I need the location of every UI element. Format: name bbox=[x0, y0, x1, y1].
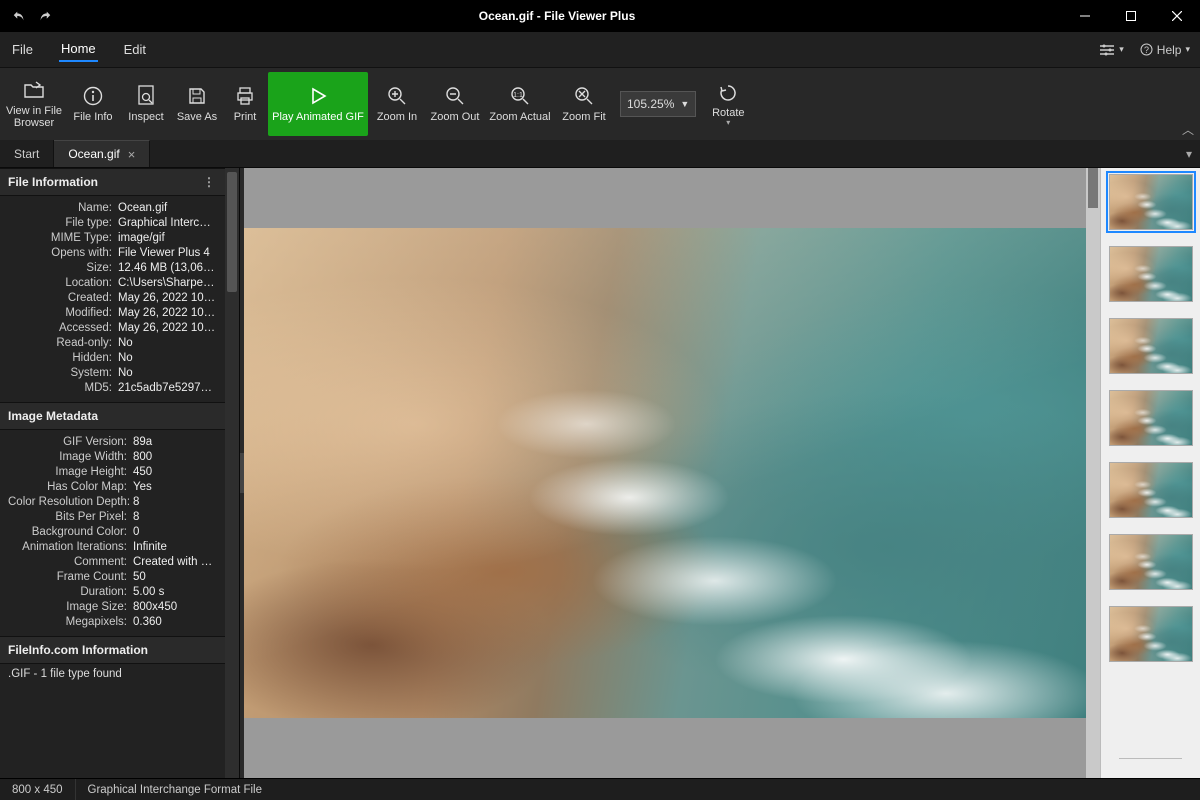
image-canvas[interactable] bbox=[244, 168, 1100, 778]
zoom-fit-icon bbox=[574, 85, 594, 107]
document-tabs: Start Ocean.gif × ▾ bbox=[0, 140, 1200, 168]
maximize-button[interactable] bbox=[1108, 0, 1154, 32]
image-preview bbox=[244, 228, 1100, 718]
status-dimensions: 800 x 450 bbox=[0, 779, 76, 800]
titlebar: Ocean.gif - File Viewer Plus bbox=[0, 0, 1200, 32]
play-icon bbox=[309, 85, 327, 107]
inspect-icon bbox=[137, 85, 155, 107]
zoom-fit-button[interactable]: Zoom Fit bbox=[556, 72, 612, 136]
tab-start[interactable]: Start bbox=[0, 140, 54, 167]
zoom-level-dropdown[interactable]: 105.25% ▼ bbox=[620, 91, 696, 117]
zoom-actual-button[interactable]: 1:1 Zoom Actual bbox=[486, 72, 554, 136]
view-in-file-browser-button[interactable]: View in File Browser bbox=[4, 72, 64, 136]
undo-icon[interactable] bbox=[12, 9, 26, 23]
redo-icon[interactable] bbox=[38, 9, 52, 23]
menu-edit[interactable]: Edit bbox=[122, 38, 148, 61]
frame-thumbnail[interactable] bbox=[1109, 462, 1193, 518]
info-icon bbox=[83, 85, 103, 107]
chevron-down-icon: ▼ bbox=[680, 99, 689, 109]
status-bar: 800 x 450 Graphical Interchange Format F… bbox=[0, 778, 1200, 800]
fileinfo-com-header: FileInfo.com Information bbox=[0, 636, 225, 664]
zoom-actual-icon: 1:1 bbox=[510, 85, 530, 107]
zoom-in-button[interactable]: Zoom In bbox=[370, 72, 424, 136]
frame-thumbnail[interactable] bbox=[1109, 246, 1193, 302]
inspect-button[interactable]: Inspect bbox=[122, 72, 170, 136]
frame-thumbnails bbox=[1100, 168, 1200, 778]
settings-icon[interactable]: ▾ bbox=[1099, 44, 1124, 56]
file-information-grid: Name:Ocean.gif File type:Graphical Inter… bbox=[0, 196, 225, 402]
sidebar-scrollbar[interactable] bbox=[225, 168, 239, 778]
menubar: File Home Edit ▾ ?Help▾ bbox=[0, 32, 1200, 68]
image-metadata-header: Image Metadata bbox=[0, 402, 225, 430]
close-tab-icon[interactable]: × bbox=[128, 147, 136, 162]
chevron-down-icon: ▾ bbox=[726, 119, 730, 127]
menu-home[interactable]: Home bbox=[59, 37, 98, 62]
window-title: Ocean.gif - File Viewer Plus bbox=[52, 9, 1062, 23]
ribbon: View in File Browser File Info Inspect S… bbox=[0, 68, 1200, 140]
panel-menu-icon[interactable]: ⋮ bbox=[203, 175, 217, 189]
svg-text:1:1: 1:1 bbox=[513, 92, 523, 99]
status-filetype: Graphical Interchange Format File bbox=[76, 779, 275, 800]
frame-thumbnail[interactable] bbox=[1109, 390, 1193, 446]
print-icon bbox=[235, 85, 255, 107]
file-information-header: File Information ⋮ bbox=[0, 168, 225, 196]
collapse-ribbon-icon[interactable]: ︿ bbox=[1182, 121, 1194, 138]
tab-ocean[interactable]: Ocean.gif × bbox=[54, 140, 150, 167]
frame-thumbnail[interactable] bbox=[1109, 318, 1193, 374]
save-icon bbox=[187, 85, 207, 107]
folder-open-icon bbox=[23, 79, 45, 101]
rotate-icon bbox=[718, 82, 738, 104]
close-button[interactable] bbox=[1154, 0, 1200, 32]
tab-overflow-icon[interactable]: ▾ bbox=[1178, 140, 1200, 167]
help-button[interactable]: ?Help▾ bbox=[1140, 43, 1190, 57]
save-as-button[interactable]: Save As bbox=[172, 72, 222, 136]
frame-thumbnail[interactable] bbox=[1109, 534, 1193, 590]
file-info-button[interactable]: File Info bbox=[66, 72, 120, 136]
frame-thumbnail[interactable] bbox=[1109, 606, 1193, 662]
frame-thumbnail[interactable] bbox=[1109, 174, 1193, 230]
main-area: File Information ⋮ Name:Ocean.gif File t… bbox=[0, 168, 1200, 778]
image-metadata-grid: GIF Version:89a Image Width:800 Image He… bbox=[0, 430, 225, 636]
thumbnail-scroll-indicator[interactable] bbox=[1119, 758, 1183, 772]
info-sidebar: File Information ⋮ Name:Ocean.gif File t… bbox=[0, 168, 240, 778]
zoom-out-icon bbox=[445, 85, 465, 107]
help-label: Help bbox=[1157, 43, 1182, 57]
zoom-out-button[interactable]: Zoom Out bbox=[426, 72, 484, 136]
play-animated-gif-button[interactable]: Play Animated GIF bbox=[268, 72, 368, 136]
minimize-button[interactable] bbox=[1062, 0, 1108, 32]
print-button[interactable]: Print bbox=[224, 72, 266, 136]
canvas-scrollbar[interactable] bbox=[1086, 168, 1100, 778]
svg-text:?: ? bbox=[1144, 45, 1149, 55]
zoom-in-icon bbox=[387, 85, 407, 107]
menu-file[interactable]: File bbox=[10, 38, 35, 61]
rotate-button[interactable]: Rotate▾ bbox=[704, 72, 752, 136]
fileinfo-com-body: .GIF - 1 file type found bbox=[0, 664, 225, 688]
